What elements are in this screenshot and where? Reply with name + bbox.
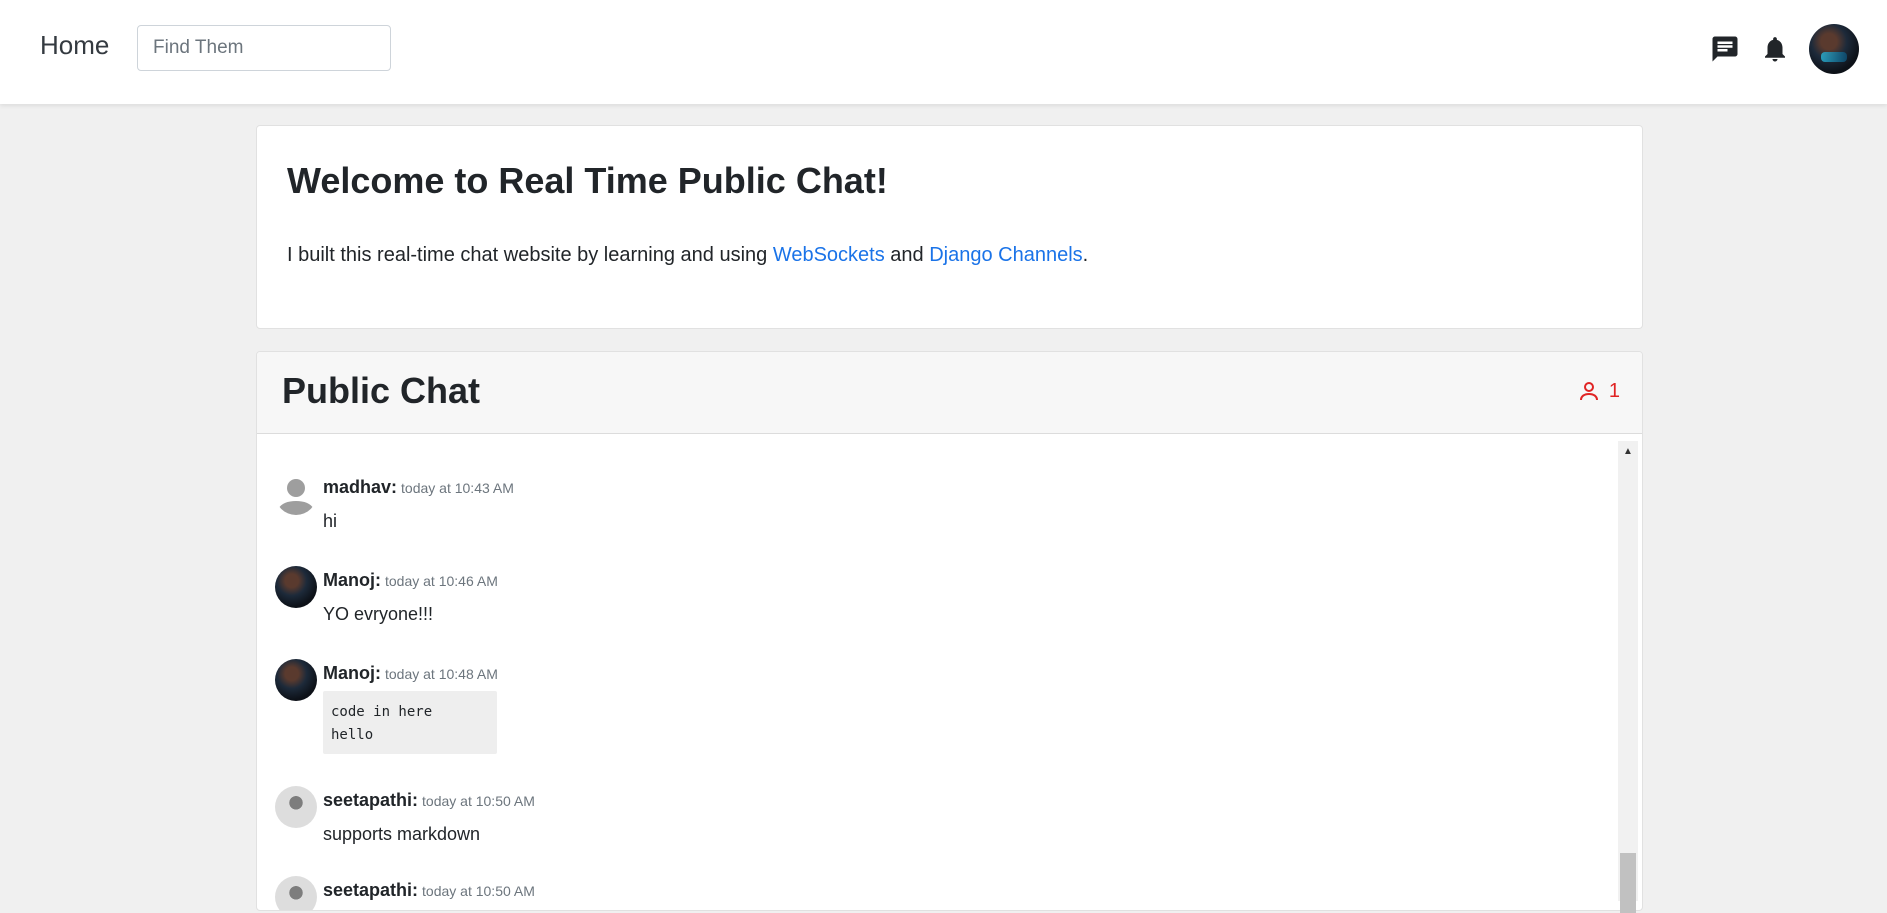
django-channels-link[interactable]: Django Channels [929, 244, 1082, 266]
search-input[interactable] [137, 25, 391, 71]
top-navbar: Home [0, 0, 1887, 104]
message-time: today at 10:43 AM [401, 480, 514, 496]
code-line: hello [331, 727, 374, 743]
online-users: 1 [1577, 379, 1620, 403]
welcome-text-after: . [1082, 244, 1089, 266]
manoj-avatar [275, 566, 317, 608]
scroll-up-arrow-icon[interactable]: ▲ [1618, 441, 1638, 461]
message-body: supports markdown [323, 824, 481, 844]
user-icon [1579, 382, 1598, 401]
chat-icon[interactable] [1710, 34, 1740, 64]
message-author: seetapathi: today at 10:50 AM [323, 790, 535, 811]
welcome-title: Welcome to Real Time Public Chat! [287, 160, 888, 201]
code-block: code in here hello [323, 691, 497, 754]
message-time: today at 10:46 AM [385, 573, 498, 589]
message-author: Manoj: today at 10:48 AM [323, 663, 498, 684]
message-author: seetapathi: today at 10:50 AM [323, 880, 535, 901]
message-time: today at 10:50 AM [422, 793, 535, 809]
public-chat-card: Public Chat 1 madhav: today at 10:43 AM h… [256, 351, 1643, 911]
welcome-card: Welcome to Real Time Public Chat! I buil… [256, 125, 1643, 329]
message-list: madhav: today at 10:43 AM hi Manoj: today … [257, 435, 1642, 910]
message-user[interactable]: madhav: [323, 477, 397, 497]
chat-scrollbar[interactable]: ▲ [1618, 441, 1638, 913]
chat-header: Public Chat 1 [257, 352, 1642, 434]
message-user[interactable]: Manoj: [323, 570, 381, 590]
message-user[interactable]: Manoj: [323, 663, 381, 683]
welcome-text-middle: and [884, 244, 930, 266]
manoj-avatar [275, 659, 317, 701]
home-link[interactable]: Home [40, 30, 109, 61]
message-time: today at 10:50 AM [422, 883, 535, 899]
message-author: Manoj: today at 10:46 AM [323, 570, 498, 591]
websockets-link[interactable]: WebSockets [773, 244, 885, 266]
scroll-thumb[interactable] [1620, 853, 1636, 913]
message-author: madhav: today at 10:43 AM [323, 477, 514, 498]
message-body: YO evryone!!! [323, 604, 434, 624]
seetapathi-avatar [275, 786, 317, 828]
avatar[interactable] [1809, 24, 1859, 74]
seetapathi-avatar [275, 876, 317, 910]
welcome-text: I built this real-time chat website by l… [287, 244, 1088, 267]
default-avatar-icon [275, 473, 317, 515]
code-line: code in here [331, 704, 433, 720]
welcome-text-before: I built this real-time chat website by l… [287, 244, 773, 266]
message-user[interactable]: seetapathi: [323, 880, 418, 900]
chat-title: Public Chat [282, 370, 481, 411]
online-count: 1 [1608, 379, 1620, 402]
message-body: hi [323, 511, 338, 531]
message-time: today at 10:48 AM [385, 666, 498, 682]
bell-icon[interactable] [1760, 34, 1790, 64]
message-user[interactable]: seetapathi: [323, 790, 418, 810]
